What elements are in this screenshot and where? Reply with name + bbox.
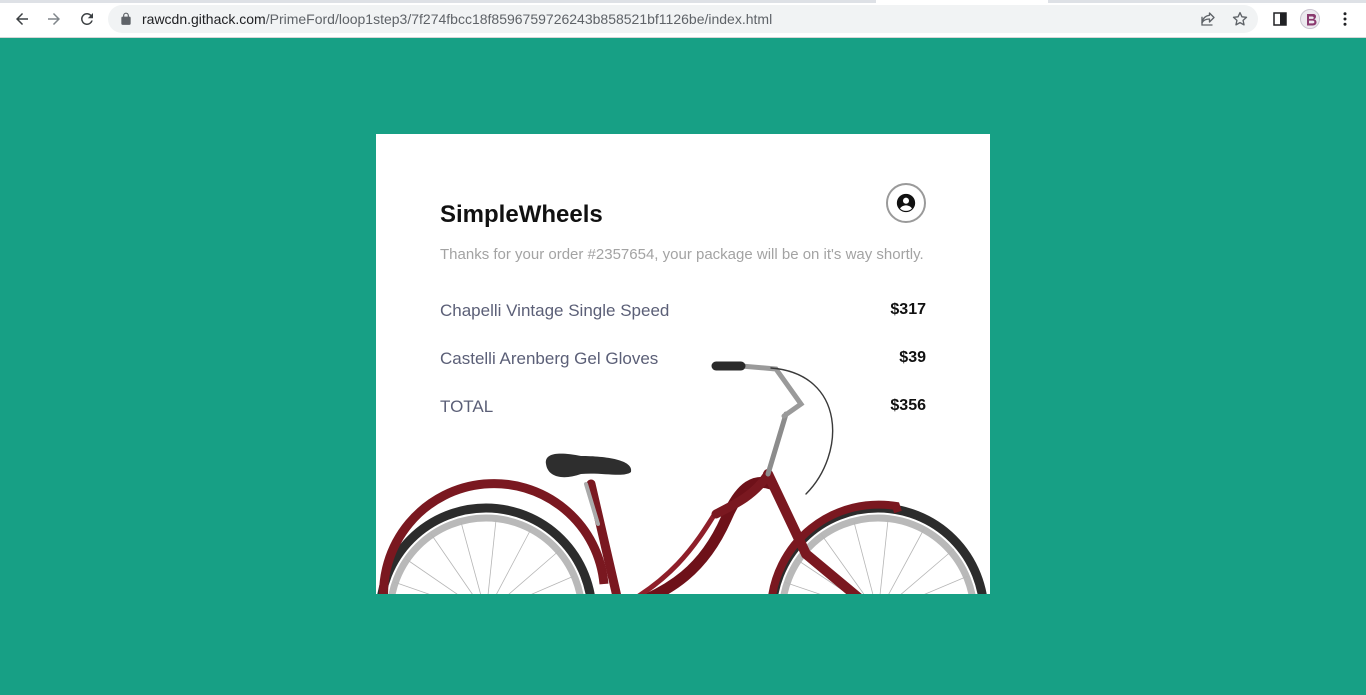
url-host: rawcdn.githack.com: [142, 11, 266, 27]
item-name: Chapelli Vintage Single Speed: [440, 301, 670, 320]
account-button[interactable]: [886, 183, 926, 223]
back-arrow-icon[interactable]: [8, 6, 36, 32]
order-card: SimpleWheels Thanks for your order #2357…: [376, 134, 990, 594]
user-circle-icon: [896, 193, 916, 213]
address-bar[interactable]: rawcdn.githack.com/PrimeFord/loop1step3/…: [108, 5, 1258, 33]
profile-avatar[interactable]: [1300, 9, 1320, 29]
url-path: /PrimeFord/loop1step3/7f274fbcc18f859675…: [265, 11, 773, 27]
tab-strip: [0, 0, 1366, 3]
bike-saddle: [545, 453, 632, 478]
lock-icon[interactable]: [119, 12, 133, 26]
bicycle-image: [377, 361, 987, 594]
reload-icon[interactable]: [73, 6, 101, 32]
url-text[interactable]: rawcdn.githack.com/PrimeFord/loop1step3/…: [142, 5, 772, 33]
order-message: Thanks for your order #2357654, your pac…: [440, 246, 924, 263]
bike-frame: [584, 361, 862, 594]
star-icon[interactable]: [1231, 10, 1249, 28]
rear-wheel: [377, 479, 609, 594]
share-icon[interactable]: [1199, 10, 1217, 28]
forward-arrow-icon[interactable]: [40, 6, 68, 32]
kebab-menu-icon[interactable]: [1335, 9, 1355, 29]
side-panel-icon[interactable]: [1270, 9, 1290, 29]
order-line-item: Chapelli Vintage Single Speed $317: [440, 301, 926, 323]
browser-toolbar: rawcdn.githack.com/PrimeFord/loop1step3/…: [0, 0, 1366, 38]
brand-title: SimpleWheels: [440, 201, 603, 228]
item-price: $317: [890, 301, 926, 318]
